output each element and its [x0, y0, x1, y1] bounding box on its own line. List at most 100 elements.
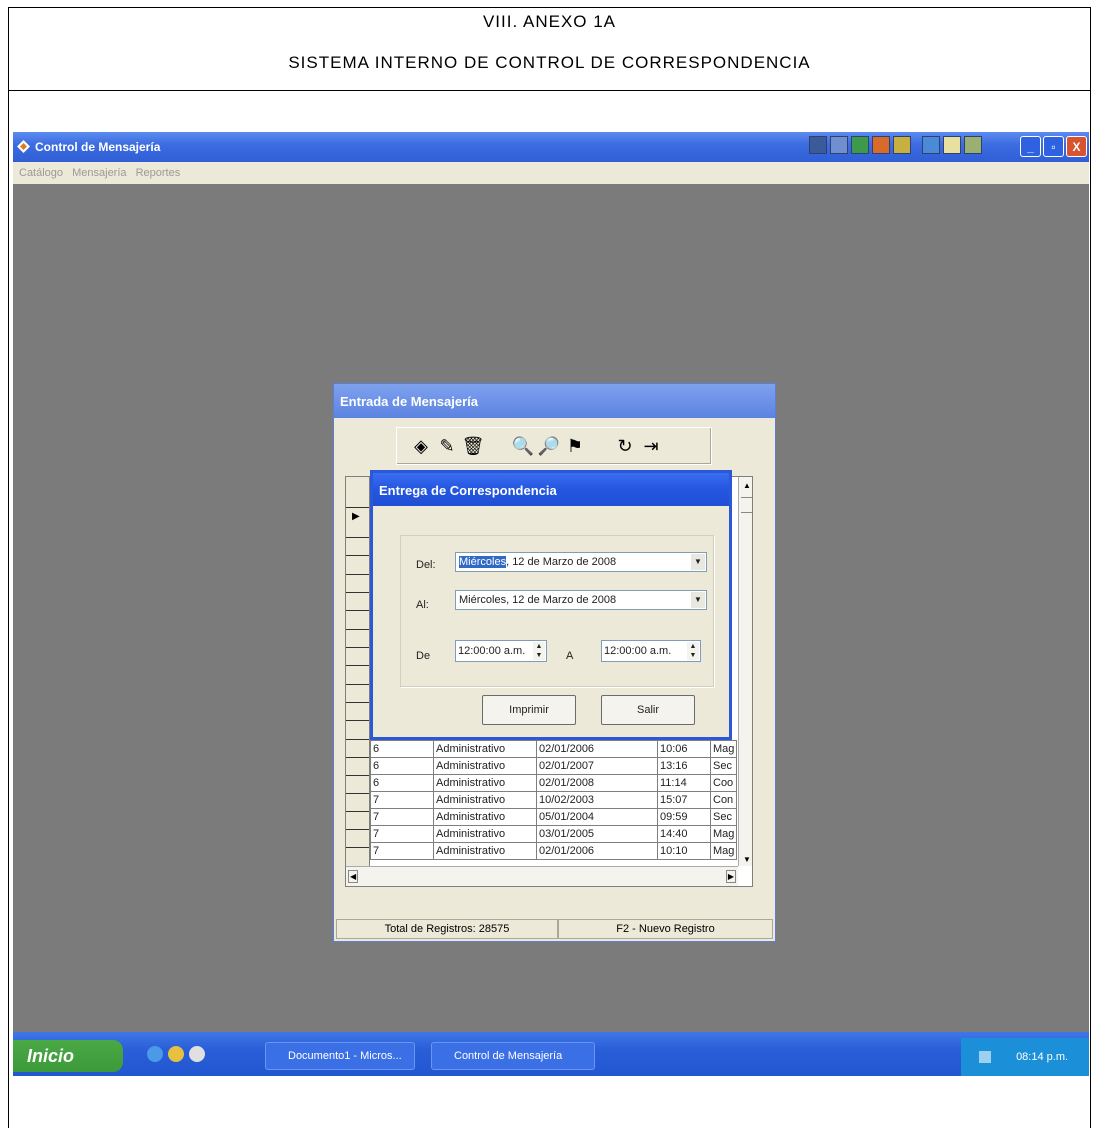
cell-dest: Sec: [709, 757, 738, 775]
cell-area: Administrativo: [433, 740, 537, 758]
cell-dest: Mag: [709, 740, 738, 758]
entrega-dialog: Entrega de Correspondencia Del: Miércole…: [370, 470, 732, 740]
cell-area: Administrativo: [433, 825, 537, 843]
scroll-down-arrow-icon[interactable]: ▼: [743, 855, 751, 864]
menu-catalogo[interactable]: Catálogo: [19, 167, 63, 179]
cell-time: 09:59: [657, 808, 711, 826]
media-quicklaunch-icon[interactable]: [168, 1046, 184, 1062]
status-total: Total de Registros: 28575: [336, 919, 558, 939]
horizontal-scrollbar[interactable]: ◀ ▶: [346, 866, 738, 886]
powerpoint-icon[interactable]: [872, 136, 890, 154]
del-date-picker[interactable]: Miércoles, 12 de Marzo de 2008 ▼: [455, 552, 707, 572]
notes-icon[interactable]: [943, 136, 961, 154]
menu-bar: Catálogo Mensajería Reportes: [13, 162, 1089, 184]
table-row[interactable]: 7 Administrativo 05/01/2004 09:59 Sec: [370, 808, 738, 826]
chevron-down-icon[interactable]: ▼: [691, 554, 705, 570]
cell-time: 15:07: [657, 791, 711, 809]
scroll-left-arrow-icon[interactable]: ◀: [348, 870, 359, 883]
row-header: ▶: [346, 477, 370, 886]
table-row[interactable]: 7 Administrativo 02/01/2006 10:10 Mag: [370, 842, 738, 860]
al-date-value: Miércoles, 12 de Marzo de 2008: [459, 594, 617, 606]
cell-dest: Con: [709, 791, 738, 809]
settings-icon[interactable]: [964, 136, 982, 154]
new-record-icon[interactable]: ◈: [409, 434, 433, 458]
cell-id: 6: [370, 740, 434, 758]
calculator-icon[interactable]: [830, 136, 848, 154]
db-icon[interactable]: [809, 136, 827, 154]
al-date-picker[interactable]: Miércoles, 12 de Marzo de 2008 ▼: [455, 590, 707, 610]
vertical-scrollbar[interactable]: ▲ ▼: [738, 477, 752, 866]
exit-icon[interactable]: ⇥: [639, 434, 663, 458]
time-from-spinner[interactable]: 12:00:00 a.m. ▲ ▼: [455, 640, 547, 662]
table-row[interactable]: 7 Administrativo 03/01/2005 14:40 Mag: [370, 825, 738, 843]
taskbar: Inicio Documento1 - Micros... Control de…: [13, 1032, 1089, 1076]
cell-id: 6: [370, 774, 434, 792]
task-control-mensajeria[interactable]: Control de Mensajería: [431, 1042, 595, 1070]
entrada-toolbar: ◈ ✎ 🗑 🔍 🔎 ⚑ ↻ ⇥: [396, 427, 712, 465]
header-divider: [8, 90, 1091, 91]
delete-icon[interactable]: 🗑: [461, 434, 485, 458]
filter-icon[interactable]: ⚑: [563, 434, 587, 458]
cell-area: Administrativo: [433, 757, 537, 775]
menu-mensajeria[interactable]: Mensajería: [72, 167, 126, 179]
document-heading: VIII. ANEXO 1A: [482, 12, 617, 31]
titlebar-toolbar: [809, 136, 982, 156]
table-row[interactable]: 6 Administrativo 02/01/2007 13:16 Sec: [370, 757, 738, 775]
time-to-spinner[interactable]: 12:00:00 a.m. ▲ ▼: [601, 640, 701, 662]
cell-id: 6: [370, 757, 434, 775]
network-icon[interactable]: [979, 1051, 991, 1064]
cell-dest: Mag: [709, 842, 738, 860]
cell-area: Administrativo: [433, 808, 537, 826]
find-next-icon[interactable]: 🔎: [537, 434, 561, 458]
system-tray: 08:14 p.m.: [961, 1038, 1089, 1076]
cell-id: 7: [370, 842, 434, 860]
entrega-title[interactable]: Entrega de Correspondencia: [373, 473, 729, 506]
cell-time: 11:14: [657, 774, 711, 792]
table-row[interactable]: 7 Administrativo 10/02/2003 15:07 Con: [370, 791, 738, 809]
scroll-thumb[interactable]: [741, 497, 752, 513]
cell-time: 10:06: [657, 740, 711, 758]
del-label: Del:: [416, 559, 436, 571]
app-titlebar[interactable]: Control de Mensajería _ ▫ X: [13, 132, 1089, 162]
time-to-value: 12:00:00 a.m.: [604, 645, 672, 657]
cell-date: 02/01/2006: [536, 842, 658, 860]
status-hint: F2 - Nuevo Registro: [558, 919, 773, 939]
cell-time: 13:16: [657, 757, 711, 775]
close-button[interactable]: X: [1066, 136, 1087, 157]
print-button[interactable]: Imprimir: [482, 695, 576, 725]
excel-icon[interactable]: [851, 136, 869, 154]
chevron-down-icon[interactable]: ▼: [691, 592, 705, 608]
exit-button[interactable]: Salir: [601, 695, 695, 725]
maximize-button[interactable]: ▫: [1043, 136, 1064, 157]
ie-quicklaunch-icon[interactable]: [147, 1046, 163, 1062]
entrada-title[interactable]: Entrada de Mensajería: [334, 384, 775, 418]
cell-dest: Mag: [709, 825, 738, 843]
edit-icon[interactable]: ✎: [435, 434, 459, 458]
table-row[interactable]: 6 Administrativo 02/01/2006 10:06 Mag: [370, 740, 738, 758]
spin-updown-icon[interactable]: ▲ ▼: [687, 642, 699, 660]
window-controls: _ ▫ X: [1020, 136, 1087, 157]
refresh-icon[interactable]: ↻: [613, 434, 637, 458]
search-icon[interactable]: 🔍: [511, 434, 535, 458]
ie-icon[interactable]: [922, 136, 940, 154]
desktop-quicklaunch-icon[interactable]: [189, 1046, 205, 1062]
status-bar: Total de Registros: 28575 F2 - Nuevo Reg…: [336, 919, 773, 939]
start-button[interactable]: Inicio: [13, 1040, 123, 1072]
cell-date: 05/01/2004: [536, 808, 658, 826]
de-label: De: [416, 650, 431, 662]
scroll-up-arrow-icon[interactable]: ▲: [739, 481, 752, 490]
del-date-rest: , 12 de Marzo de 2008: [506, 556, 617, 568]
task-documento[interactable]: Documento1 - Micros...: [265, 1042, 415, 1070]
menu-reportes[interactable]: Reportes: [136, 167, 181, 179]
minimize-button[interactable]: _: [1020, 136, 1041, 157]
tray-clock: 08:14 p.m.: [1016, 1051, 1069, 1063]
al-label: Al:: [416, 599, 429, 611]
cell-dest: Sec: [709, 808, 738, 826]
chart-icon[interactable]: [893, 136, 911, 154]
cell-id: 7: [370, 808, 434, 826]
spin-updown-icon[interactable]: ▲ ▼: [533, 642, 545, 660]
table-row[interactable]: 6 Administrativo 02/01/2008 11:14 Coo: [370, 774, 738, 792]
scroll-right-arrow-icon[interactable]: ▶: [725, 870, 736, 883]
cell-area: Administrativo: [433, 842, 537, 860]
cell-area: Administrativo: [433, 774, 537, 792]
